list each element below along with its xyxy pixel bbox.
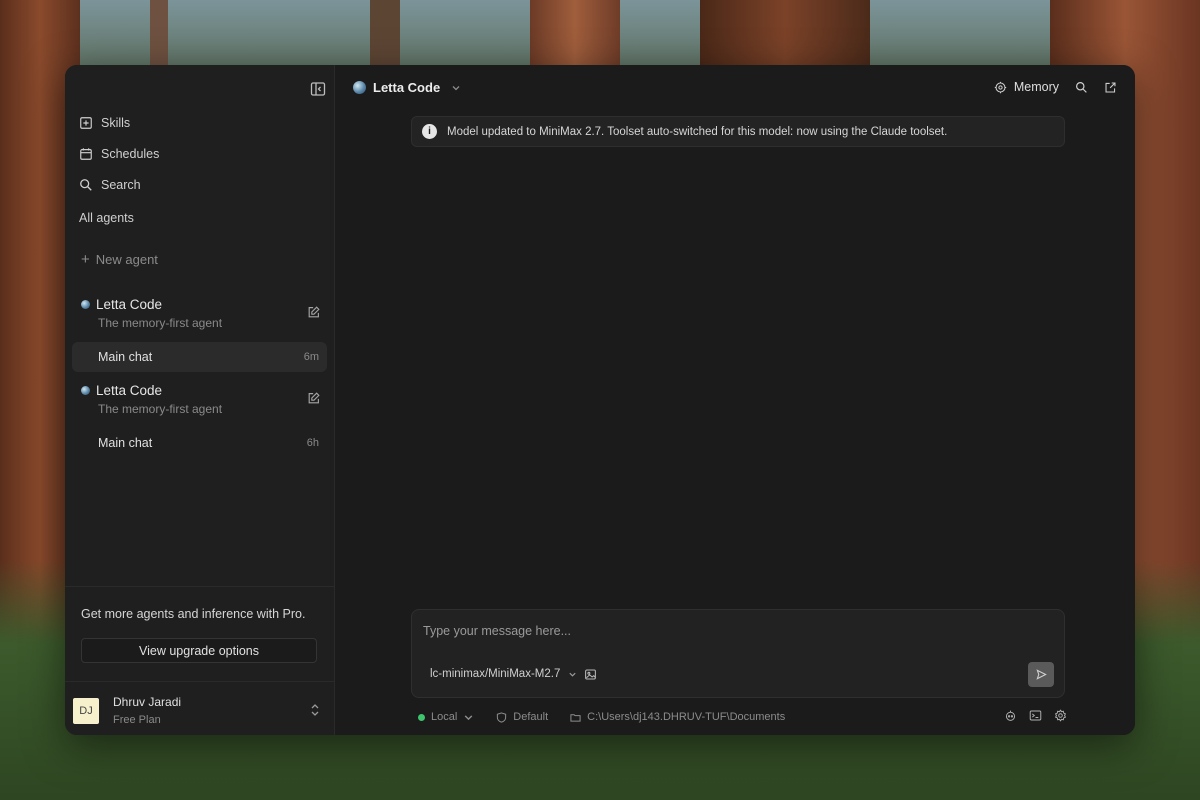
agent-item[interactable]: Letta Code The memory-first agent (81, 383, 321, 416)
chat-time: 6m (303, 351, 319, 363)
sidebar-item-search[interactable]: Search (79, 175, 141, 195)
chat-time: 6h (306, 437, 319, 449)
working-directory-path: C:\Users\dj143.DHRUV-TUF\Documents (587, 711, 786, 723)
search-icon (80, 179, 92, 191)
sidebar-item-label: Schedules (101, 147, 160, 161)
agent-name: Letta Code (96, 297, 163, 312)
working-directory[interactable]: C:\Users\dj143.DHRUV-TUF\Documents (570, 711, 785, 723)
model-selector-label: lc-minimax/MiniMax-M2.7 (430, 668, 561, 680)
sidebar: Skills Schedules Search All agents + New… (65, 65, 335, 735)
model-selector[interactable]: lc-minimax/MiniMax-M2.7 (430, 668, 577, 680)
folder-icon (570, 713, 581, 722)
chevron-down-icon (569, 672, 576, 677)
divider (65, 681, 334, 682)
skills-icon (80, 117, 92, 129)
status-dot (418, 713, 425, 721)
status-tools (1004, 709, 1067, 722)
sidebar-item-schedules[interactable]: Schedules (79, 144, 159, 164)
all-agents-heading: All agents (79, 211, 134, 225)
main-panel: Letta Code Memory i Model updated to Min… (335, 65, 1135, 735)
notice-text: Model updated to MiniMax 2.7. Toolset au… (447, 125, 948, 138)
message-input[interactable] (423, 620, 1023, 642)
environment-selector[interactable]: Local (418, 711, 474, 723)
agent-item[interactable]: Letta Code The memory-first agent (81, 297, 321, 330)
chat-item[interactable]: Main chat 6m (72, 342, 327, 372)
brain-icon (994, 81, 1007, 93)
view-upgrade-options-button[interactable]: View upgrade options (81, 638, 317, 663)
chevron-down-icon (464, 714, 473, 720)
permission-label: Default (513, 711, 549, 723)
shield-icon (497, 711, 507, 723)
memory-label: Memory (1013, 80, 1059, 94)
memory-button[interactable]: Memory (994, 80, 1059, 94)
message-composer: lc-minimax/MiniMax-M2.7 (411, 609, 1065, 698)
pro-promo-text: Get more agents and inference with Pro. (81, 607, 306, 621)
divider (65, 586, 334, 587)
user-account[interactable]: DJ Dhruv Jaradi Free Plan (73, 695, 181, 726)
sidebar-item-label: Skills (101, 116, 131, 130)
bot-icon[interactable] (1004, 709, 1017, 722)
terminal-icon[interactable] (1029, 709, 1042, 722)
search-icon[interactable] (1075, 81, 1088, 94)
edit-icon[interactable] (307, 305, 321, 319)
sidebar-collapse-icon[interactable] (310, 81, 326, 97)
agent-subtitle: The memory-first agent (98, 402, 223, 416)
chevron-down-icon (452, 85, 460, 90)
edit-icon[interactable] (307, 391, 321, 405)
agent-subtitle: The memory-first agent (98, 316, 223, 330)
environment-label: Local (431, 711, 458, 723)
settings-icon[interactable] (1054, 709, 1067, 722)
agent-avatar-icon (353, 81, 366, 94)
sidebar-item-skills[interactable]: Skills (79, 113, 130, 133)
chat-label: Main chat (98, 350, 153, 364)
chevron-up-down-icon[interactable] (310, 703, 320, 717)
chat-label: Main chat (98, 436, 153, 450)
header-actions: Memory (994, 80, 1117, 94)
model-update-notice: i Model updated to MiniMax 2.7. Toolset … (411, 116, 1065, 147)
info-icon: i (422, 124, 437, 139)
user-plan: Free Plan (113, 714, 161, 726)
app-window: Skills Schedules Search All agents + New… (65, 65, 1135, 735)
agent-avatar-icon (81, 300, 90, 309)
plus-icon: + (81, 251, 90, 268)
avatar: DJ (73, 697, 99, 724)
send-button[interactable] (1028, 662, 1054, 687)
image-icon[interactable] (584, 668, 597, 681)
new-agent-label: New agent (95, 252, 158, 267)
agent-selector[interactable]: Letta Code (353, 80, 461, 95)
calendar-icon (80, 148, 92, 160)
permission-selector[interactable]: Default (496, 711, 548, 723)
user-name: Dhruv Jaradi (113, 695, 182, 709)
sidebar-item-label: Search (101, 178, 141, 192)
send-icon (1035, 669, 1047, 680)
agent-name: Letta Code (96, 383, 163, 398)
chat-item[interactable]: Main chat 6h (72, 428, 327, 458)
external-link-icon[interactable] (1104, 81, 1117, 94)
status-bar: Local Default C:\Users\dj143.DHRUV-TUF\D… (418, 709, 1068, 725)
agent-avatar-icon (81, 386, 90, 395)
new-agent-button[interactable]: + New agent (81, 251, 158, 268)
agent-selector-label: Letta Code (373, 80, 441, 95)
